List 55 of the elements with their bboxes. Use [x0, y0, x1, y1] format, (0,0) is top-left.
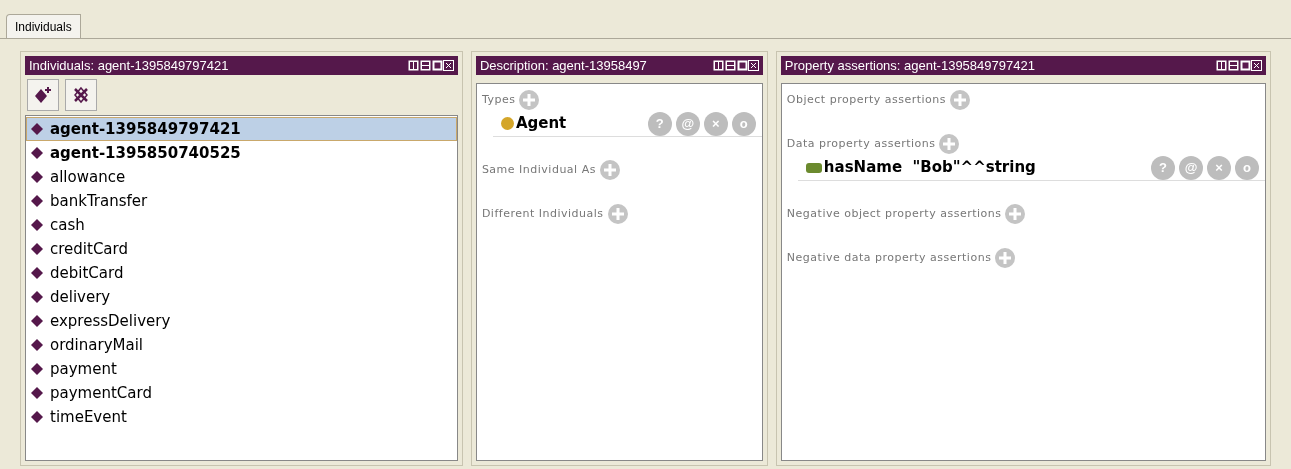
- individual-item[interactable]: ordinaryMail: [26, 333, 457, 357]
- individual-item[interactable]: allowance: [26, 165, 457, 189]
- individual-item[interactable]: agent-1395849797421: [26, 117, 457, 141]
- crossed-diamond-icon: [72, 86, 90, 104]
- view-controls-icon[interactable]: [712, 60, 759, 71]
- section-label: Negative data property assertions: [786, 249, 992, 266]
- individual-icon: [31, 123, 43, 135]
- add-icon[interactable]: [939, 134, 960, 154]
- add-icon[interactable]: [607, 204, 628, 224]
- section-label: Data property assertions: [786, 135, 936, 152]
- individual-item[interactable]: bankTransfer: [26, 189, 457, 213]
- individual-item[interactable]: debitCard: [26, 261, 457, 285]
- add-icon[interactable]: [950, 90, 971, 110]
- panel-title: Description: agent-13958497: [479, 56, 647, 75]
- section-label: Different Individuals: [481, 205, 604, 222]
- class-icon: [500, 117, 514, 130]
- view-controls-icon[interactable]: [407, 60, 454, 71]
- tab[interactable]: Individuals: [6, 14, 81, 38]
- entry-label: Agent: [515, 113, 567, 135]
- add-icon[interactable]: [599, 160, 620, 180]
- section-label: Negative object property assertions: [786, 205, 1002, 222]
- individual-item[interactable]: timeEvent: [26, 405, 457, 429]
- add-individual-button[interactable]: [27, 79, 59, 111]
- individual-icon: [31, 339, 43, 351]
- individual-item[interactable]: delivery: [26, 285, 457, 309]
- individual-icon: [31, 387, 43, 399]
- individual-item[interactable]: paymentCard: [26, 381, 457, 405]
- individual-icon: [31, 219, 43, 231]
- individual-icon: [31, 411, 43, 423]
- diamond-plus-icon: [34, 86, 52, 104]
- section-label: Same Individual As: [481, 161, 596, 178]
- panel-title: Property assertions: agent-1395849797421: [784, 56, 1035, 75]
- individual-icon: [31, 291, 43, 303]
- section-label: Object property assertions: [786, 91, 947, 108]
- data-property-icon: [805, 162, 822, 173]
- individual-item[interactable]: creditCard: [26, 237, 457, 261]
- individual-item[interactable]: expressDelivery: [26, 309, 457, 333]
- individual-icon: [31, 243, 43, 255]
- view-controls-icon[interactable]: [1216, 60, 1262, 71]
- delete-individual-button[interactable]: [65, 79, 97, 111]
- individual-icon: [31, 147, 43, 159]
- panel-title: Individuals: agent-1395849797421: [29, 56, 229, 75]
- section-label: Types: [481, 91, 516, 108]
- individual-icon: [31, 363, 43, 375]
- individual-icon: [31, 315, 43, 327]
- add-icon[interactable]: [995, 248, 1016, 268]
- add-icon[interactable]: [519, 90, 540, 110]
- entry-label: hasName "Bob"^^string: [823, 157, 1036, 179]
- individual-icon: [31, 195, 43, 207]
- individual-icon: [31, 267, 43, 279]
- individual-item[interactable]: agent-1395850740525: [26, 141, 457, 165]
- individual-item[interactable]: cash: [26, 213, 457, 237]
- add-icon[interactable]: [1005, 204, 1026, 224]
- individual-icon: [31, 171, 43, 183]
- individual-item[interactable]: payment: [26, 357, 457, 381]
